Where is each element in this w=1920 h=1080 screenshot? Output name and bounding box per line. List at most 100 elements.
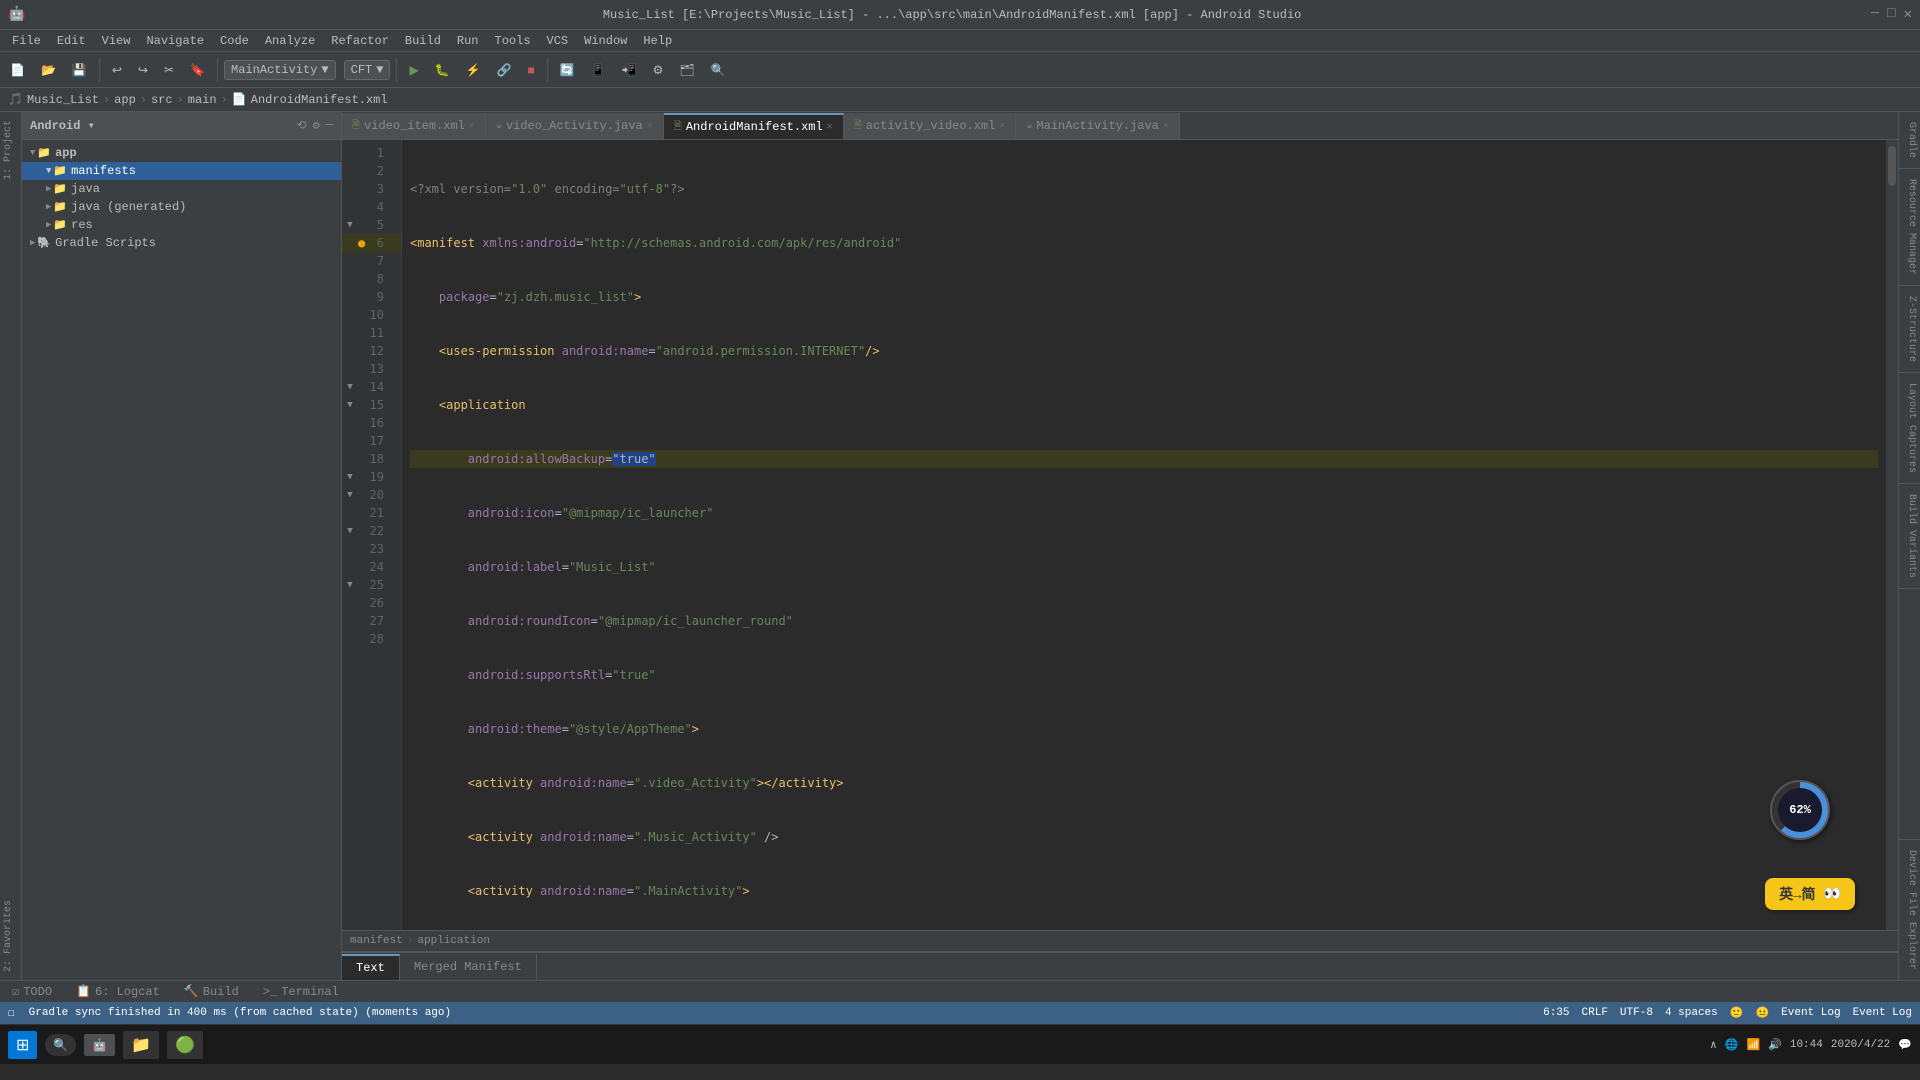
maximize-icon[interactable]: □ xyxy=(1887,6,1895,23)
sync-icon[interactable]: ⟲ xyxy=(297,118,307,133)
status-encoding[interactable]: UTF-8 xyxy=(1620,1007,1653,1019)
sdk-manager-button[interactable]: ⚙ xyxy=(647,60,670,80)
attach-button[interactable]: 🔗 xyxy=(491,60,518,80)
tree-item-java[interactable]: ▶ 📁 java xyxy=(22,180,341,198)
tray-keyboard[interactable]: 🌐 xyxy=(1725,1038,1739,1052)
search-everywhere[interactable]: 🔍 xyxy=(705,60,732,80)
fold-22[interactable]: ▼ xyxy=(342,522,358,540)
panel-close-icon[interactable]: ─ xyxy=(326,118,333,133)
tab-video-activity[interactable]: ☕ video_Activity.java ✕ xyxy=(486,113,664,139)
tab-close-video-item[interactable]: ✕ xyxy=(469,120,475,132)
device-file-explorer-side-tab[interactable]: Device File Explorer xyxy=(1899,839,1920,980)
menu-code[interactable]: Code xyxy=(212,32,257,50)
scrollbar-thumb[interactable] xyxy=(1888,146,1896,186)
status-line-ending[interactable]: CRLF xyxy=(1582,1007,1608,1019)
layout-captures-side-tab[interactable]: Layout Captures xyxy=(1899,373,1920,484)
event-log-label[interactable]: Event Log xyxy=(1853,1007,1912,1019)
nav-main[interactable]: main xyxy=(188,93,217,107)
nav-manifest[interactable]: 📄 xyxy=(232,92,247,107)
tab-close-activity-video[interactable]: ✕ xyxy=(999,120,1005,132)
structure-button[interactable]: 🗂 xyxy=(673,60,700,80)
fold-15[interactable]: ▼ xyxy=(342,396,358,414)
terminal-tab[interactable]: >_ Terminal xyxy=(259,983,343,1001)
tree-item-java-generated[interactable]: ▶ 📁 java (generated) xyxy=(22,198,341,216)
menu-build[interactable]: Build xyxy=(397,32,449,50)
tab-merged-manifest[interactable]: Merged Manifest xyxy=(400,954,537,980)
floating-ball-widget[interactable]: 62% xyxy=(1770,780,1830,840)
z-structure-side-tab[interactable]: Z-Structure xyxy=(1899,286,1920,373)
code-editor[interactable]: <?xml version="1.0" encoding="utf-8"?> <… xyxy=(402,140,1886,930)
resource-manager-side-tab[interactable]: Resource Manager xyxy=(1899,169,1920,286)
minimize-icon[interactable]: ─ xyxy=(1871,6,1879,23)
floating-translator-widget[interactable]: 英→简 👀 xyxy=(1765,878,1855,910)
nav-manifest-file[interactable]: AndroidManifest.xml xyxy=(251,93,388,107)
toolbar-bookmark[interactable]: 🔖 xyxy=(184,60,211,80)
gear-icon[interactable]: ⚙ xyxy=(313,118,320,133)
avd-button[interactable]: 📲 xyxy=(616,60,643,80)
tree-item-gradle[interactable]: ▶ 🐘 Gradle Scripts xyxy=(22,234,341,252)
toolbar-save[interactable]: 💾 xyxy=(66,60,93,80)
sdk-button[interactable]: 📱 xyxy=(585,60,612,80)
tray-up-icon[interactable]: ∧ xyxy=(1710,1038,1717,1052)
tree-item-app[interactable]: ▼ 📁 app xyxy=(22,144,341,162)
menu-refactor[interactable]: Refactor xyxy=(323,32,397,50)
run-button[interactable]: ▶ xyxy=(403,60,424,80)
menu-analyze[interactable]: Analyze xyxy=(257,32,323,50)
logcat-tab[interactable]: 📋 6: Logcat xyxy=(72,982,164,1001)
menu-view[interactable]: View xyxy=(94,32,139,50)
toolbar-redo[interactable]: ↪ xyxy=(132,60,154,80)
fold-5[interactable]: ▼ xyxy=(342,216,358,234)
toolbar-open[interactable]: 📂 xyxy=(35,60,62,80)
fold-20[interactable]: ▼ xyxy=(342,486,358,504)
close-icon[interactable]: ✕ xyxy=(1904,6,1912,23)
tray-notification[interactable]: 💬 xyxy=(1898,1038,1912,1052)
start-button[interactable]: ⊞ xyxy=(8,1031,37,1059)
status-indent[interactable]: 4 spaces xyxy=(1665,1007,1718,1019)
project-tool[interactable]: 1: Project xyxy=(0,112,17,188)
tray-volume[interactable]: 🔊 xyxy=(1768,1038,1782,1052)
tab-video-item[interactable]: 🗎 video_item.xml ✕ xyxy=(342,113,486,139)
tab-main-activity[interactable]: ☕ MainActivity.java ✕ xyxy=(1016,113,1179,139)
tab-close-android-manifest[interactable]: ✕ xyxy=(827,121,833,133)
tab-close-video-activity[interactable]: ✕ xyxy=(647,120,653,132)
toolbar-new[interactable]: 📄 xyxy=(4,60,31,80)
nav-music-list[interactable]: Music_List xyxy=(27,93,99,107)
menu-window[interactable]: Window xyxy=(576,32,635,50)
gradle-side-tab[interactable]: Gradle xyxy=(1899,112,1920,169)
taskbar-android-studio[interactable]: 🤖 xyxy=(84,1034,115,1056)
debug-button[interactable]: 🐛 xyxy=(429,60,456,80)
todo-tab[interactable]: ☑ TODO xyxy=(8,982,56,1001)
tab-activity-video[interactable]: 🗎 activity_video.xml ✕ xyxy=(844,113,1017,139)
tab-close-main-activity[interactable]: ✕ xyxy=(1163,120,1169,132)
breadcrumb-application[interactable]: application xyxy=(417,935,490,947)
stop-button[interactable]: ■ xyxy=(522,60,541,80)
tree-item-res[interactable]: ▶ 📁 res xyxy=(22,216,341,234)
fold-19[interactable]: ▼ xyxy=(342,468,358,486)
menu-file[interactable]: File xyxy=(4,32,49,50)
status-line[interactable]: 6:35 xyxy=(1543,1007,1569,1019)
menu-edit[interactable]: Edit xyxy=(49,32,94,50)
profile-button[interactable]: ⚡ xyxy=(460,60,487,80)
right-scrollbar[interactable] xyxy=(1886,140,1898,930)
menu-help[interactable]: Help xyxy=(635,32,680,50)
menu-tools[interactable]: Tools xyxy=(487,32,539,50)
taskbar-file-explorer[interactable]: 📁 xyxy=(123,1031,159,1059)
nav-src[interactable]: src xyxy=(151,93,173,107)
nav-app[interactable]: app xyxy=(114,93,136,107)
android-dropdown[interactable]: Android ▾ xyxy=(30,118,95,133)
tab-android-manifest[interactable]: 🗎 AndroidManifest.xml ✕ xyxy=(664,113,844,139)
toolbar-cut[interactable]: ✂ xyxy=(158,60,180,80)
tree-item-manifests[interactable]: ▼ 📁 manifests xyxy=(22,162,341,180)
tray-wifi[interactable]: 📶 xyxy=(1746,1038,1760,1052)
fold-14[interactable]: ▼ xyxy=(342,378,358,396)
menu-navigate[interactable]: Navigate xyxy=(138,32,212,50)
event-log[interactable]: Event Log xyxy=(1781,1007,1840,1019)
taskbar-search[interactable]: 🔍 xyxy=(45,1034,76,1056)
taskbar-app3[interactable]: 🟢 xyxy=(167,1031,203,1059)
build-variants-side-tab[interactable]: Build Variants xyxy=(1899,484,1920,589)
fold-25[interactable]: ▼ xyxy=(342,576,358,594)
sync-button[interactable]: 🔄 xyxy=(554,60,581,80)
build-tab[interactable]: 🔨 Build xyxy=(180,982,243,1001)
toolbar-undo[interactable]: ↩ xyxy=(106,60,128,80)
tab-text[interactable]: Text xyxy=(342,954,400,980)
